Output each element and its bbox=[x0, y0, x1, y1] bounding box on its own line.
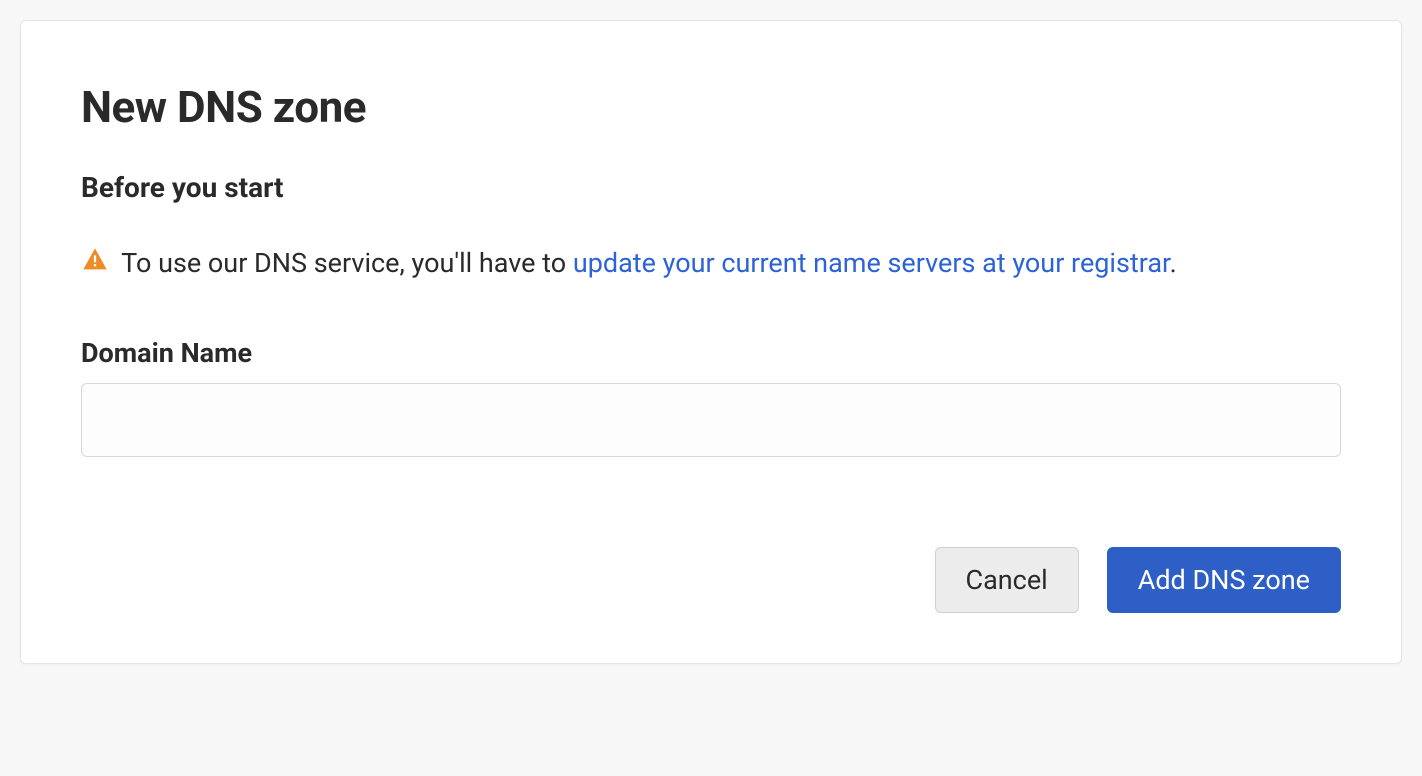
update-nameservers-link[interactable]: update your current name servers at your… bbox=[573, 247, 1170, 279]
dns-zone-card: New DNS zone Before you start To use our… bbox=[20, 20, 1402, 664]
notice-text: To use our DNS service, you'll have to u… bbox=[81, 242, 1341, 287]
form-actions: Cancel Add DNS zone bbox=[81, 547, 1341, 613]
before-you-start-heading: Before you start bbox=[81, 171, 1341, 204]
domain-name-input[interactable] bbox=[81, 383, 1341, 457]
page-title: New DNS zone bbox=[81, 81, 1341, 133]
cancel-button[interactable]: Cancel bbox=[935, 547, 1079, 613]
notice-prefix: To use our DNS service, you'll have to bbox=[115, 247, 573, 279]
add-dns-zone-button[interactable]: Add DNS zone bbox=[1107, 547, 1341, 613]
domain-name-label: Domain Name bbox=[81, 337, 1341, 369]
warning-icon bbox=[81, 244, 109, 287]
notice-suffix: . bbox=[1170, 247, 1177, 279]
